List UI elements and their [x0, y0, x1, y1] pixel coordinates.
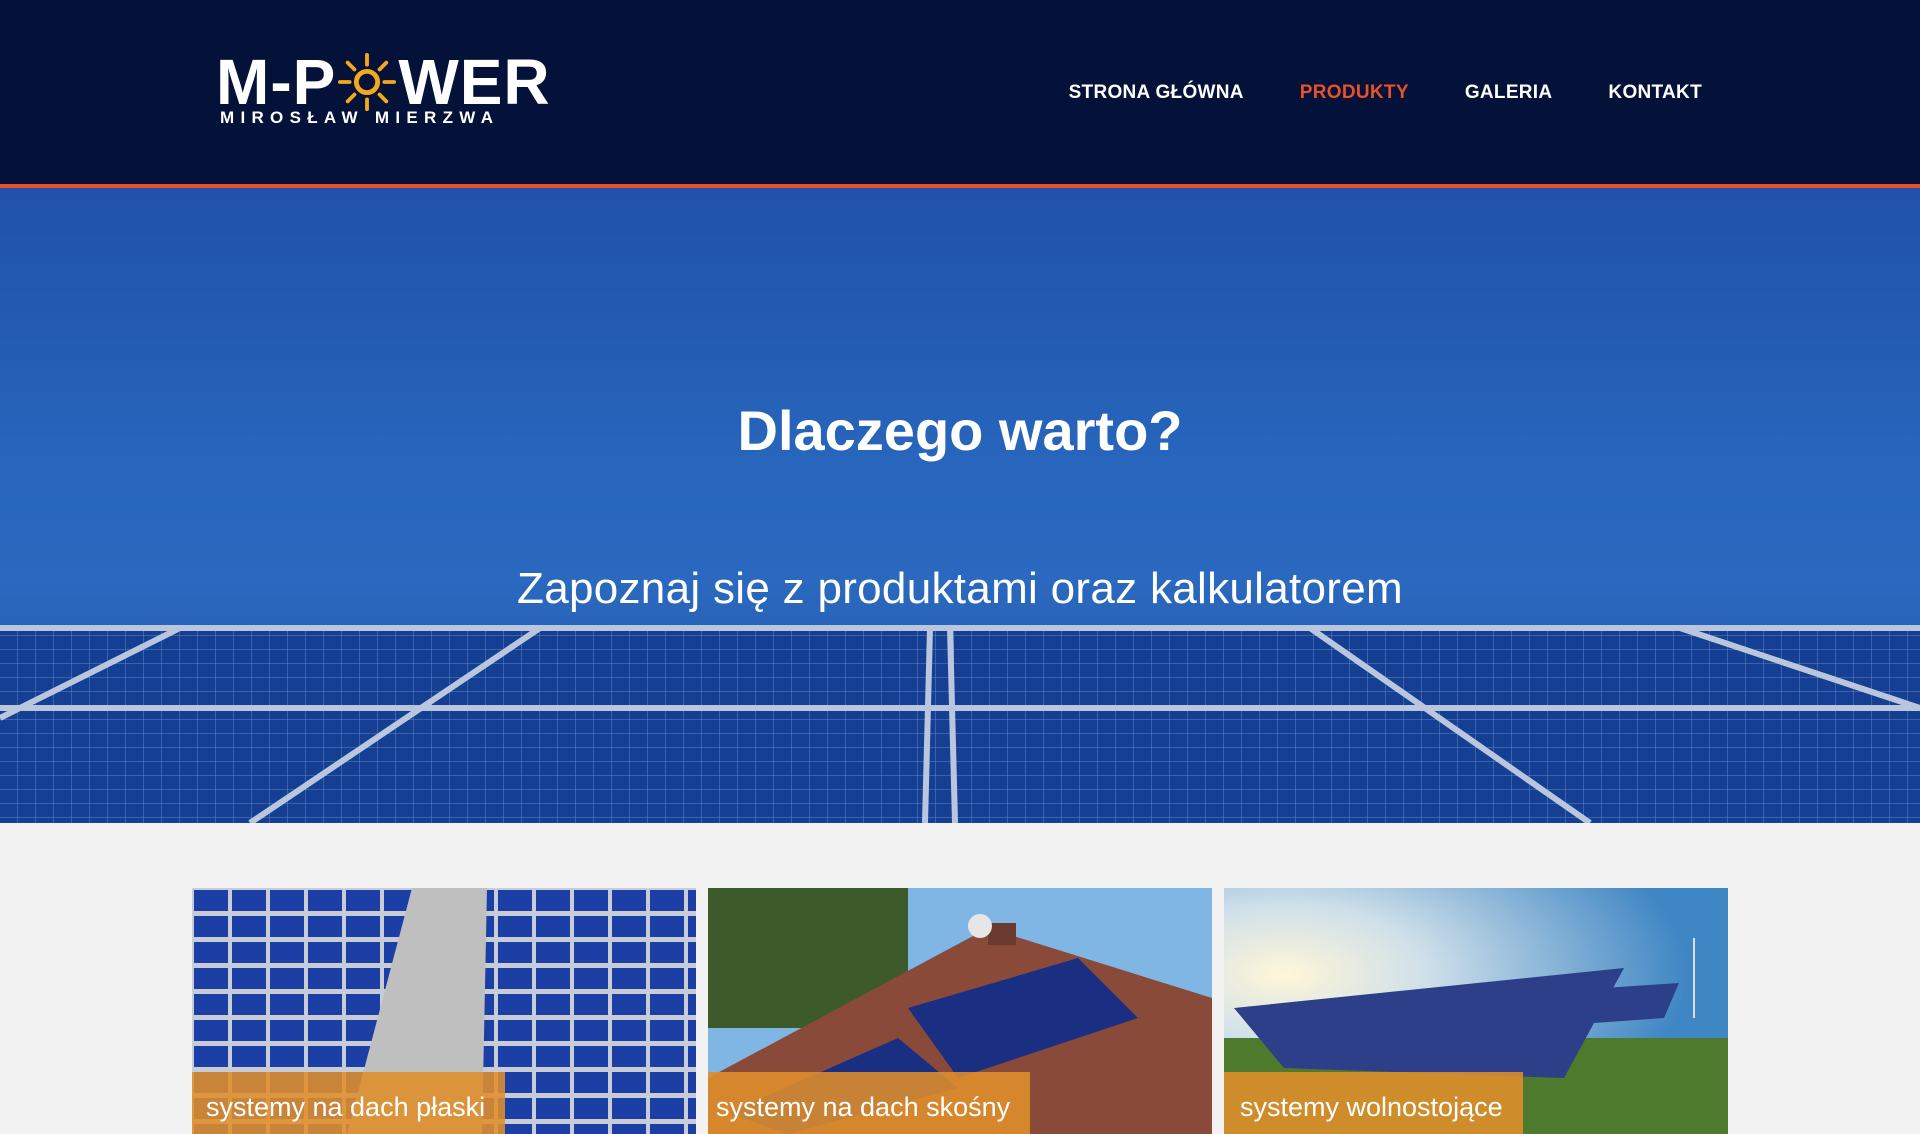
hero-title: Dlaczego warto?	[737, 399, 1183, 462]
card-label: systemy wolnostojące	[1224, 1072, 1523, 1134]
hero-banner: Dlaczego warto? Zapoznaj się z produktam…	[0, 188, 1920, 823]
site-header: M-P WER MIROSŁAW MIERZWA STRONA GŁÓWNA P…	[0, 0, 1920, 188]
main-nav: STRONA GŁÓWNA PRODUKTY GALERIA KONTAKT	[1069, 82, 1702, 104]
solar-panels-background	[0, 625, 1920, 823]
nav-item-home[interactable]: STRONA GŁÓWNA	[1069, 82, 1244, 104]
site-logo[interactable]: M-P WER MIROSŁAW MIERZWA	[216, 46, 556, 136]
card-pitched-roof[interactable]: systemy na dach skośny	[708, 888, 1212, 1134]
card-ground-mounted[interactable]: systemy wolnostojące	[1224, 888, 1728, 1134]
card-label: systemy na dach skośny	[708, 1072, 1031, 1134]
hero-subtitle: Zapoznaj się z produktami oraz kalkulato…	[517, 564, 1403, 613]
nav-item-products[interactable]: PRODUKTY	[1300, 82, 1409, 104]
logo-subtitle: MIROSŁAW MIERZWA	[220, 108, 500, 127]
nav-item-gallery[interactable]: GALERIA	[1465, 82, 1553, 104]
nav-item-contact[interactable]: KONTAKT	[1608, 82, 1702, 104]
card-label: systemy na dach płaski	[192, 1072, 506, 1134]
product-cards: systemy na dach płaski systemy na dach s…	[192, 888, 1728, 1134]
card-flat-roof[interactable]: systemy na dach płaski	[192, 888, 696, 1134]
sun-icon	[338, 53, 397, 111]
